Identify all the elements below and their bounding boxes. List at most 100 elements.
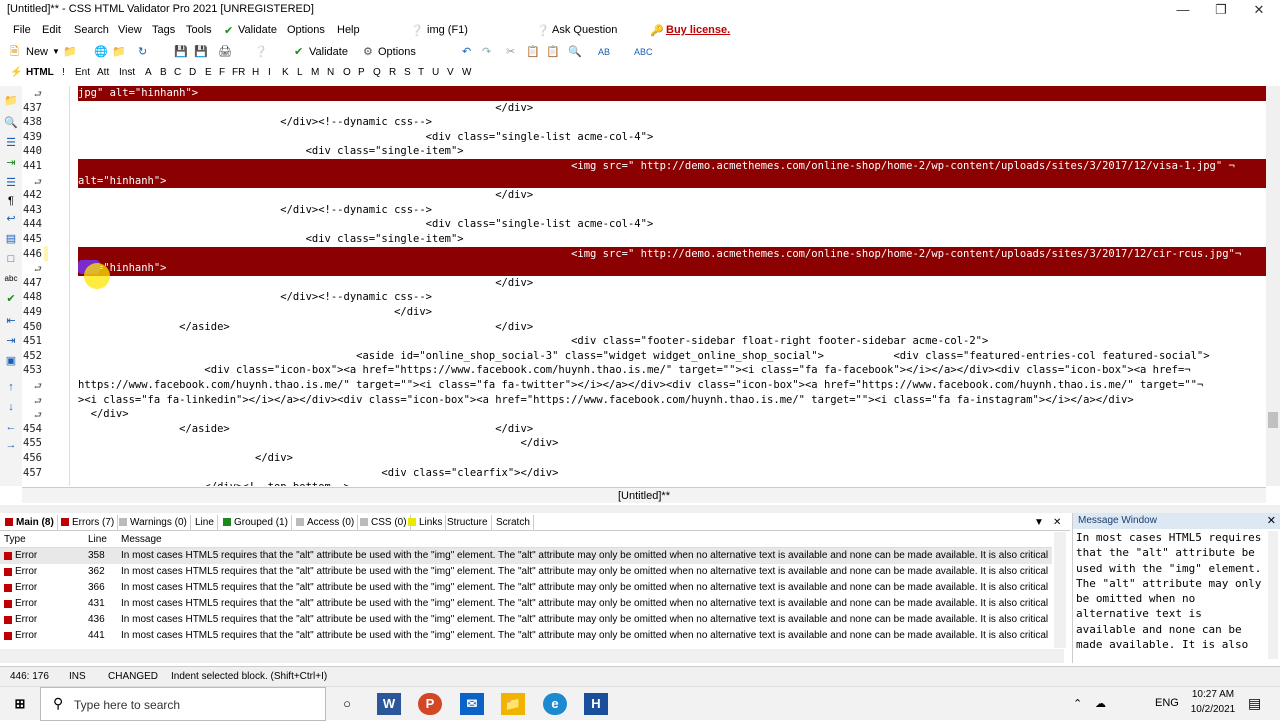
code-line[interactable]: <div class="clearfix"></div> (78, 466, 558, 481)
menu-help[interactable]: Help (337, 24, 360, 36)
menu-img-help[interactable]: img (F1) (427, 24, 468, 36)
tab-line[interactable]: Line (192, 515, 218, 530)
message-row[interactable]: Error 441 In most cases HTML5 requires tha… (0, 628, 1052, 644)
edge-icon[interactable]: e (543, 693, 567, 715)
code-line[interactable]: <div class="single-item"> (78, 144, 464, 159)
code-line[interactable]: </div> (78, 276, 533, 291)
folder-icon[interactable]: 📁 (112, 44, 126, 60)
dropdown-icon[interactable]: ▼ (1031, 515, 1047, 530)
language-indicator[interactable]: ENG (1155, 697, 1179, 709)
code-line[interactable]: </div> (78, 305, 432, 320)
panel-splitter[interactable] (0, 505, 1280, 513)
html-validator-icon[interactable]: H (584, 693, 608, 715)
chevron-down-icon[interactable]: ▼ (52, 44, 60, 60)
tag-att[interactable]: Att (97, 67, 109, 78)
taskbar-search[interactable]: ⚲ Type here to search (40, 687, 326, 721)
code-line[interactable]: </aside> </div> (78, 320, 533, 335)
menu-view[interactable]: View (118, 24, 142, 36)
code-line[interactable]: <div class="icon-box"><a href="https://w… (78, 363, 1190, 378)
tag-u[interactable]: U (432, 67, 439, 78)
col-line[interactable]: Line (88, 534, 107, 545)
validate-button[interactable]: Validate (309, 44, 348, 60)
tab-main[interactable]: Main (8) (2, 515, 58, 530)
tag-bang[interactable]: ! (62, 67, 65, 78)
tag-o[interactable]: O (343, 67, 351, 78)
tag-w[interactable]: W (462, 67, 471, 78)
code-line[interactable]: ><i class="fa fa-linkedin"></i></a></div… (78, 393, 1134, 408)
menu-ask-question[interactable]: Ask Question (552, 24, 617, 36)
mail-icon[interactable]: ✉ (460, 693, 484, 715)
tag-b[interactable]: B (160, 67, 167, 78)
code-line[interactable]: </div> (78, 451, 293, 466)
options-button[interactable]: Options (378, 44, 416, 60)
paste-icon[interactable]: 📋 (546, 44, 560, 60)
minimize-button[interactable]: — (1164, 0, 1202, 20)
tab-structure[interactable]: Structure (444, 515, 492, 530)
code-line[interactable]: </div><!--top-bottom--> (78, 480, 349, 486)
cut-icon[interactable]: ✂ (506, 44, 515, 60)
messages-vertical-scrollbar[interactable] (1054, 532, 1066, 648)
code-line[interactable]: </div><!--dynamic css--> (78, 203, 432, 218)
code-line[interactable]: <aside id="online_shop_social-3" class="… (78, 349, 1209, 364)
scrollbar-thumb[interactable] (1268, 412, 1278, 428)
open-folder-icon[interactable]: 📁 (63, 44, 77, 60)
menu-search[interactable]: Search (74, 24, 109, 36)
code-line[interactable]: https://www.facebook.com/huynh.thao.is.m… (78, 378, 1203, 393)
globe-icon[interactable]: 🌐 (94, 44, 108, 60)
message-row[interactable]: Error 436 In most cases HTML5 requires tha… (0, 612, 1052, 628)
clock-date[interactable]: 10/2/2021 (1186, 704, 1240, 715)
tag-html[interactable]: HTML (26, 67, 54, 78)
refresh-icon[interactable]: ↻ (138, 44, 147, 60)
code-line[interactable]: <img src=" http://demo.acmethemes.com/on… (78, 247, 1241, 262)
new-button[interactable]: New (26, 44, 48, 60)
code-line[interactable]: <div class="single-list acme-col-4"> (78, 217, 654, 232)
code-line[interactable]: <div class="single-list acme-col-4"> (78, 130, 654, 145)
tag-p[interactable]: P (358, 67, 365, 78)
message-row[interactable]: Error 366 In most cases HTML5 requires tha… (0, 580, 1052, 596)
network-icon[interactable]: ☁ (1095, 697, 1106, 710)
tray-chevron-icon[interactable]: ⌃ (1073, 697, 1082, 710)
tab-links[interactable]: Links (405, 515, 447, 530)
tab-css[interactable]: CSS (0) (357, 515, 411, 530)
menu-edit[interactable]: Edit (42, 24, 61, 36)
code-line[interactable]: <img src=" http://demo.acmethemes.com/on… (78, 159, 1235, 174)
menu-file[interactable]: File (13, 24, 31, 36)
menu-tags[interactable]: Tags (152, 24, 175, 36)
tag-c[interactable]: C (174, 67, 181, 78)
tag-s[interactable]: S (404, 67, 411, 78)
spellcheck-icon[interactable]: ABC (634, 44, 653, 60)
col-message[interactable]: Message (121, 534, 162, 545)
find-icon[interactable]: 🔍 (568, 44, 582, 60)
code-line[interactable]: alt="hinhanh"> (78, 174, 167, 189)
save-icon[interactable]: 💾 (174, 44, 188, 60)
message-window-scrollbar[interactable] (1268, 531, 1278, 659)
tab-grouped[interactable]: Grouped (1) (220, 515, 292, 530)
tag-m[interactable]: M (311, 67, 319, 78)
tag-inst[interactable]: Inst (119, 67, 135, 78)
code-line[interactable]: </div> (78, 188, 533, 203)
notification-icon[interactable]: ▤ (1248, 695, 1261, 712)
word-icon[interactable]: W (377, 693, 401, 715)
code-line[interactable]: jpg" alt="hinhanh"> (78, 86, 198, 101)
tag-d[interactable]: D (189, 67, 196, 78)
tag-q[interactable]: Q (373, 67, 381, 78)
tag-t[interactable]: T (418, 67, 424, 78)
close-button[interactable]: ✕ (1240, 0, 1278, 20)
tag-i[interactable]: I (268, 67, 271, 78)
tag-h[interactable]: H (252, 67, 259, 78)
code-line[interactable]: </aside> </div> (78, 422, 533, 437)
tag-a[interactable]: A (145, 67, 152, 78)
code-line[interactable]: </div> (78, 407, 129, 422)
editor-vertical-scrollbar[interactable] (1266, 86, 1280, 486)
tab-errors[interactable]: Errors (7) (58, 515, 119, 530)
code-line[interactable]: </div> (78, 436, 559, 451)
document-tab[interactable]: [Untitled]** (22, 487, 1266, 503)
help-circle-icon[interactable]: ❔ (254, 44, 268, 60)
file-explorer-icon[interactable]: 📁 (501, 693, 525, 715)
tag-v[interactable]: V (447, 67, 454, 78)
close-panel-icon[interactable]: ✕ (1050, 515, 1064, 530)
message-row[interactable]: Error 362 In most cases HTML5 requires tha… (0, 564, 1052, 580)
tag-f[interactable]: F (219, 67, 225, 78)
code-line[interactable]: </div> (78, 101, 533, 116)
tag-ent[interactable]: Ent (75, 67, 90, 78)
